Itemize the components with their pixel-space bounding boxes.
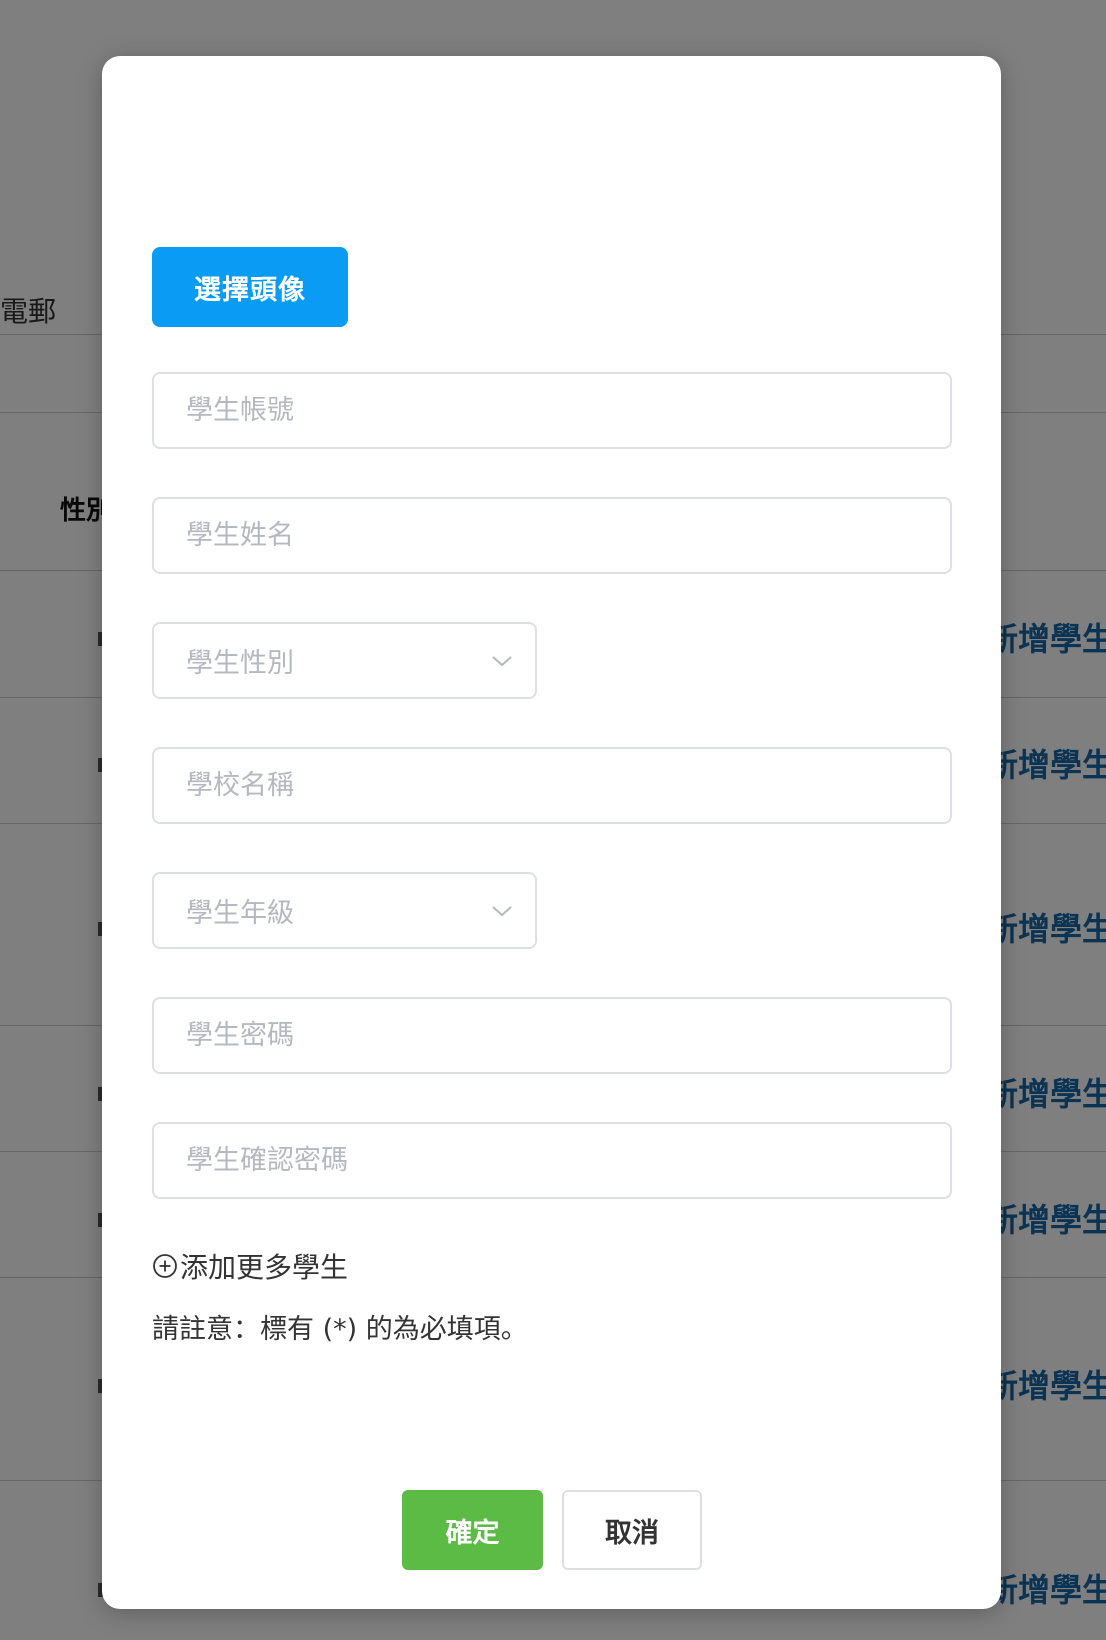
student-gender-placeholder: 學生性別 bbox=[186, 648, 294, 679]
cancel-button[interactable]: 取消 bbox=[562, 1490, 702, 1570]
confirm-button[interactable]: 確定 bbox=[402, 1490, 543, 1570]
student-account-field bbox=[152, 372, 952, 449]
plus-circle-icon bbox=[153, 1254, 177, 1278]
school-name-input[interactable] bbox=[154, 749, 950, 822]
required-fields-note: 請註意：標有 (*) 的為必填項。 bbox=[152, 1314, 528, 1345]
student-confirm-password-input[interactable] bbox=[154, 1124, 950, 1197]
student-gender-select[interactable]: 學生性別 bbox=[152, 622, 537, 699]
school-name-field bbox=[152, 747, 952, 824]
student-name-field bbox=[152, 497, 952, 574]
choose-avatar-button[interactable]: 選擇頭像 bbox=[152, 247, 348, 327]
student-account-input[interactable] bbox=[154, 374, 950, 447]
student-name-input[interactable] bbox=[154, 499, 950, 572]
student-password-field bbox=[152, 997, 952, 1074]
chevron-down-icon bbox=[492, 656, 512, 667]
add-student-modal: 選擇頭像 學生性別 學生年級 添加更多學生 請註意：標有 (*) 的為必填項。 bbox=[102, 56, 1001, 1609]
student-confirm-password-field bbox=[152, 1122, 952, 1199]
add-more-students-link[interactable]: 添加更多學生 bbox=[152, 1246, 348, 1286]
student-grade-select[interactable]: 學生年級 bbox=[152, 872, 537, 949]
student-grade-placeholder: 學生年級 bbox=[186, 898, 294, 929]
add-more-students-label: 添加更多學生 bbox=[180, 1251, 349, 1284]
chevron-down-icon bbox=[492, 906, 512, 917]
student-password-input[interactable] bbox=[154, 999, 950, 1072]
